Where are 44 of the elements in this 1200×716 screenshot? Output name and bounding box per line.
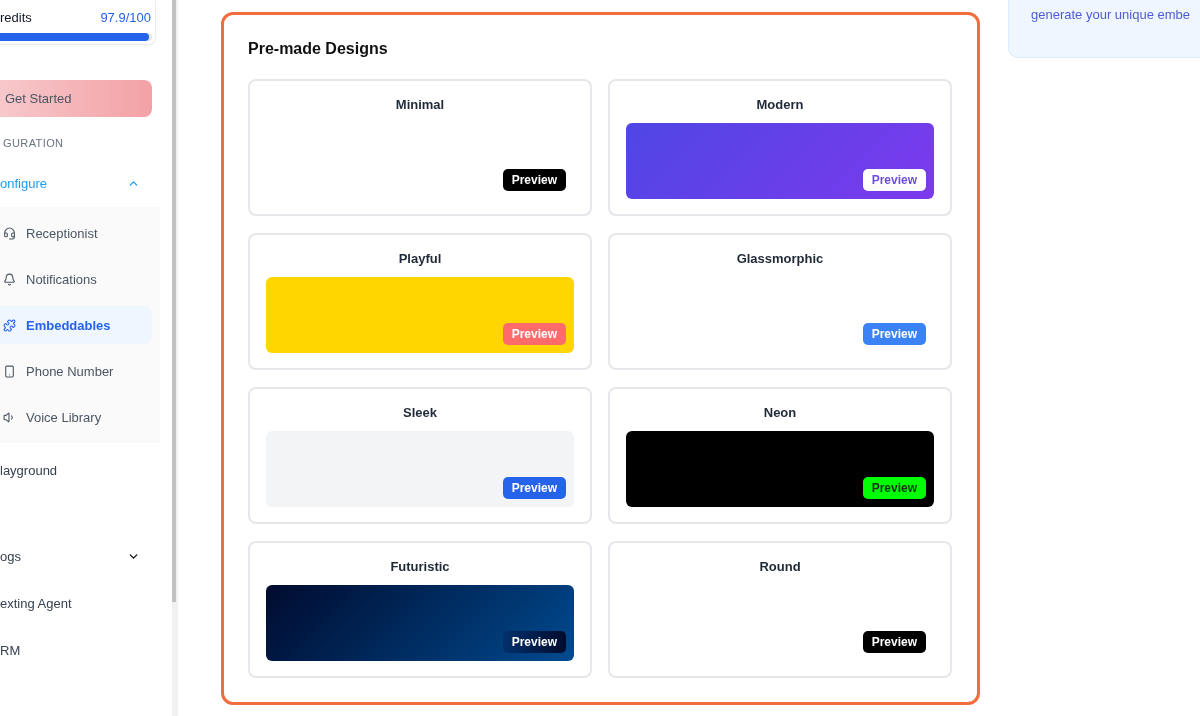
- sidebar-item[interactable]: Phone Number: [0, 352, 152, 390]
- design-card[interactable]: Round Preview: [608, 541, 952, 678]
- design-name: Playful: [397, 251, 443, 267]
- get-started-button[interactable]: Get Started: [0, 80, 152, 117]
- preview-button[interactable]: Preview: [502, 477, 566, 499]
- sidebar-item[interactable]: Notifications: [0, 260, 152, 298]
- credits-label: redits: [0, 9, 32, 25]
- sidebar-item[interactable]: Receptionist: [0, 214, 152, 252]
- scrollbar[interactable]: [172, 0, 178, 716]
- design-name: Sleek: [402, 405, 438, 421]
- speaker-icon: [3, 410, 16, 424]
- design-card[interactable]: Futuristic Preview: [248, 541, 592, 678]
- design-card[interactable]: Playful Preview: [248, 233, 592, 370]
- preview-button[interactable]: Preview: [862, 477, 926, 499]
- design-name: Futuristic: [389, 559, 451, 575]
- design-card[interactable]: Glassmorphic Preview: [608, 233, 952, 370]
- design-name: Minimal: [394, 97, 446, 113]
- sidebar-item[interactable]: layground: [0, 450, 152, 490]
- preview-button[interactable]: Preview: [502, 169, 566, 191]
- preview-button[interactable]: Preview: [862, 169, 926, 191]
- sidebar-item[interactable]: Embeddables: [0, 306, 152, 344]
- sidebar-item[interactable]: exting Agent: [0, 583, 152, 623]
- design-name: Neon: [762, 405, 798, 421]
- design-card[interactable]: Modern Preview: [608, 79, 952, 216]
- sidebar-item[interactable]: RM: [0, 630, 152, 670]
- preview-button[interactable]: Preview: [862, 323, 926, 345]
- preview-button[interactable]: Preview: [502, 631, 566, 653]
- headset-icon: [3, 226, 16, 240]
- design-card[interactable]: Neon Preview: [608, 387, 952, 524]
- sidebar-item[interactable]: Voice Library: [0, 398, 152, 436]
- info-text: generate your unique embe: [1031, 7, 1190, 22]
- bell-icon: [3, 272, 16, 286]
- puzzle-icon: [3, 318, 16, 332]
- section-label: GURATION: [2, 136, 65, 151]
- smartphone-icon: [3, 364, 16, 378]
- design-card[interactable]: Sleek Preview: [248, 387, 592, 524]
- section-title: Pre-made Designs: [248, 39, 389, 59]
- preview-button[interactable]: Preview: [862, 631, 926, 653]
- design-name: Modern: [755, 97, 805, 113]
- design-card[interactable]: Minimal Preview: [248, 79, 592, 216]
- credits-value: 97.9/100: [100, 9, 151, 25]
- sidebar-item[interactable]: ogs: [0, 536, 152, 576]
- design-name: Round: [758, 559, 802, 575]
- design-name: Glassmorphic: [735, 251, 825, 267]
